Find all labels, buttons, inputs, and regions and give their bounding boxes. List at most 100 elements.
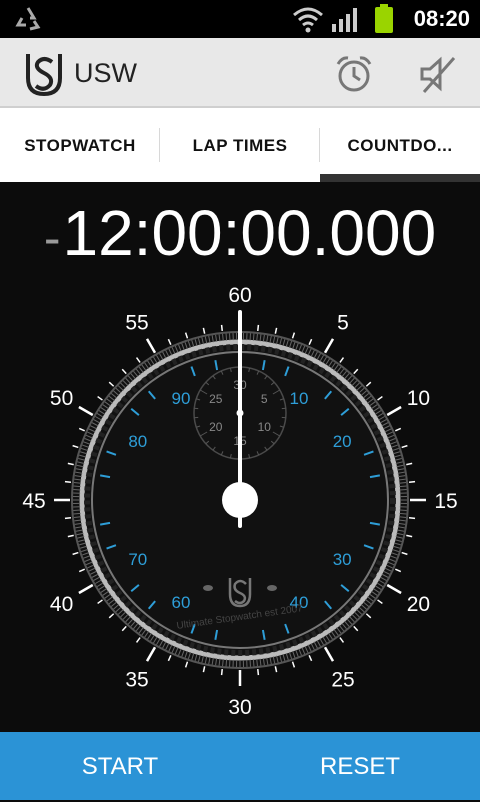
dial-outer-label: 35 [125,668,148,691]
dial-major-tick [354,369,358,373]
dial-outer-label: 20 [407,593,430,616]
stopwatch-dial[interactable]: 6051015202530354045505590102030406070803… [0,282,480,732]
dial-major-tick [186,333,188,339]
dial-minor-tick [74,486,81,487]
dial-outer-label: 30 [228,696,251,719]
dial-inner-label: 60 [172,593,191,612]
dial-outer-label: 5 [337,312,349,335]
dial-major-tick [395,428,400,430]
dial-inner-label: 90 [172,389,191,408]
dial-major-tick [275,666,276,672]
dial-major-tick [79,407,93,415]
app-bar: USW [0,38,480,108]
dial-major-tick [402,446,408,448]
dial-major-tick [65,482,71,483]
dial-major-tick [309,339,311,344]
status-time: 08:20 [414,6,470,32]
dial-major-tick [122,369,126,373]
dial-minor-tick [399,513,406,514]
dial-outer-label: 15 [434,490,457,513]
dial-minor-tick [253,334,254,341]
dial-inner-label: 80 [128,432,147,451]
dial-major-tick [325,647,333,661]
alarm-clock-icon[interactable] [334,54,374,94]
dial-major-tick [340,638,344,643]
dial-major-tick [366,382,370,386]
dial-major-tick [186,662,188,668]
bottom-action-bar: START RESET [0,732,480,800]
dial-major-tick [147,647,155,661]
dial-major-tick [168,655,170,660]
dial-minor-tick [226,334,227,341]
reset-button[interactable]: RESET [240,732,480,800]
dial-logo-dot [203,585,213,591]
dial-major-tick [65,518,71,519]
countdown-display: -12:00:00.000 [0,196,480,270]
wifi-icon [292,7,324,33]
dial-major-tick [409,482,415,483]
dial-outer-label: 50 [50,387,73,410]
dial-minor-tick [74,513,81,514]
dial-major-tick [387,585,401,593]
dial-major-tick [378,600,383,604]
dial-major-tick [402,553,408,555]
dial-major-tick [406,463,412,464]
recycle-icon [14,5,42,33]
dial-major-tick [73,446,79,448]
tab-active-indicator [320,174,480,182]
dial-outer-label: 25 [331,668,354,691]
dial-major-tick [340,358,344,363]
tab-countdown[interactable]: COUNTDO... [320,108,480,182]
dial-major-tick [137,638,141,643]
dial-major-tick [147,339,155,353]
dial-major-tick [109,382,113,386]
dial-major-tick [293,333,295,339]
dial-outer-label: 45 [22,490,45,513]
dial-major-tick [258,325,259,331]
dial-major-tick [258,669,259,675]
dial-major-tick [73,553,79,555]
dial-major-tick [137,358,141,363]
dial-major-tick [168,339,170,344]
timer-value: 12:00:00.000 [62,197,436,269]
tab-bar: STOPWATCH LAP TIMES COUNTDO... [0,108,480,182]
dial-major-tick [406,535,412,536]
dial-major-tick [387,407,401,415]
dial-major-tick [203,666,204,672]
dial-major-tick [109,614,113,618]
dial-major-tick [366,614,370,618]
mute-icon[interactable] [418,54,458,94]
dial-outer-label: 10 [407,387,430,410]
dial-major-tick [79,585,93,593]
dial-inner-label: 10 [290,389,309,408]
dial-outer-label: 60 [228,284,251,307]
subdial-label: 5 [261,392,268,406]
dial-major-tick [79,428,84,430]
dial-outer-label: 40 [50,593,73,616]
dial-major-tick [325,339,333,353]
status-bar: 08:20 [0,0,480,38]
dial-major-tick [378,397,383,401]
dial-outer-label: 55 [125,312,148,335]
dial-major-tick [293,662,295,668]
dial-major-tick [68,535,74,536]
start-button[interactable]: START [0,732,240,800]
dial-major-tick [309,655,311,660]
dial-major-tick [68,463,74,464]
subdial-label: 25 [209,392,223,406]
dial-major-tick [98,397,103,401]
signal-icon [332,8,358,32]
dial-major-tick [98,600,103,604]
dial-major-tick [222,669,223,675]
dial-major-tick [222,325,223,331]
dial-inner-label: 30 [333,550,352,569]
dial-minor-tick [399,486,406,487]
dial-major-tick [275,328,276,334]
tab-lap-times[interactable]: LAP TIMES [160,108,320,182]
dial-major-tick [409,518,415,519]
battery-icon [374,4,394,34]
usw-logo-icon[interactable] [24,52,64,96]
tab-stopwatch[interactable]: STOPWATCH [0,108,160,182]
dial-logo-dot [267,585,277,591]
dial-major-tick [395,569,400,571]
